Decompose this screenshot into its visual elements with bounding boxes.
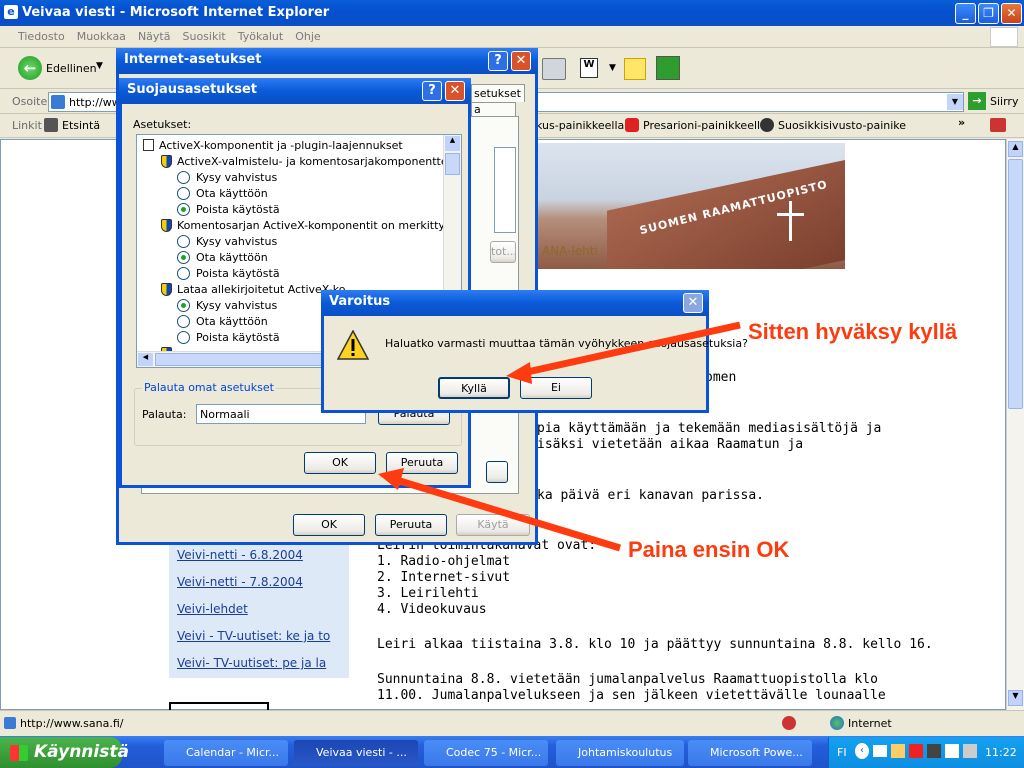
status-url: http://www.sana.fi/ (20, 717, 124, 730)
page-icon (4, 717, 16, 729)
mail-icon[interactable] (873, 745, 887, 757)
tray-icon[interactable] (945, 744, 959, 758)
arrow-to-ok (388, 474, 622, 552)
tray-icon[interactable] (927, 744, 941, 758)
windows-logo-icon (10, 745, 28, 761)
annotation-then: Sitten hyväksy kyllä (748, 319, 958, 344)
clock: 11:22 (985, 746, 1017, 759)
tray-arrow-icon[interactable]: ‹ (855, 743, 869, 759)
status-zone: Internet (848, 717, 892, 730)
task-powerpoint[interactable]: Microsoft Powe... (688, 740, 812, 766)
arrow-head (378, 468, 404, 490)
start-button[interactable]: Käynnistä (0, 737, 129, 768)
globe-icon (830, 716, 844, 730)
task-calendar[interactable]: Calendar - Micr... (164, 740, 288, 766)
status-bar: http://www.sana.fi/ Internet (0, 710, 1024, 736)
arrow-to-yes (517, 321, 741, 378)
system-tray: FI ‹ 11:22 (828, 737, 1024, 768)
zonealarm-icon[interactable] (909, 744, 923, 758)
language-indicator[interactable]: FI (837, 746, 847, 759)
annotation-arrows (378, 321, 741, 552)
task-johtamis[interactable]: Johtamiskoulutus (556, 740, 684, 766)
annotation-first: Paina ensin OK (628, 537, 790, 562)
network-icon[interactable] (963, 744, 977, 758)
tray-icon[interactable] (891, 744, 905, 758)
task-veivaa[interactable]: Veivaa viesti - ... (294, 740, 418, 766)
task-codec[interactable]: Codec 75 - Micr... (424, 740, 548, 766)
arrow-head (506, 362, 532, 384)
popup-blocked-icon (782, 716, 796, 730)
start-label: Käynnistä (34, 742, 129, 762)
